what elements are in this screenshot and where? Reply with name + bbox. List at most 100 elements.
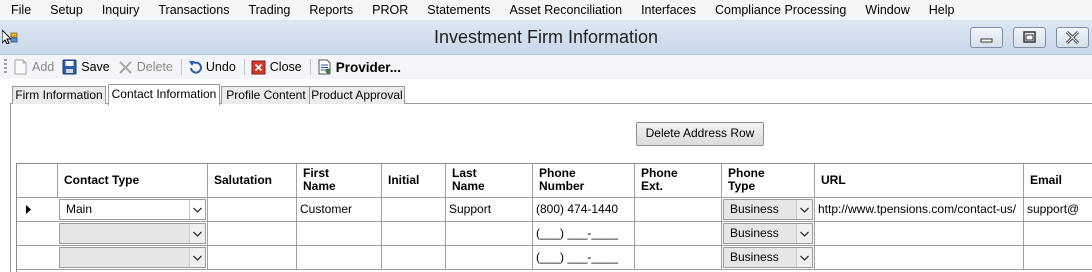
cell-phone-ext[interactable] bbox=[635, 246, 722, 270]
cell-url[interactable]: http://www.tpensions.com/contact-us/ bbox=[815, 198, 1024, 222]
menu-inquiry[interactable]: Inquiry bbox=[91, 0, 148, 20]
cell-salutation[interactable] bbox=[208, 246, 297, 270]
cell-phone-number[interactable]: (___) ___-____ bbox=[533, 246, 635, 270]
save-button[interactable]: Save bbox=[62, 59, 110, 75]
column-header-phone-ext[interactable]: Phone Ext. bbox=[635, 164, 722, 198]
cell-url[interactable] bbox=[815, 246, 1024, 270]
column-header-salutation[interactable]: Salutation bbox=[208, 164, 297, 198]
toolbar-separator bbox=[180, 59, 182, 75]
header-label: Email bbox=[1030, 173, 1063, 187]
cell-first-name[interactable]: Customer bbox=[297, 198, 382, 222]
menu-setup[interactable]: Setup bbox=[39, 0, 91, 20]
cell-value bbox=[208, 202, 211, 216]
delete-address-row-button[interactable]: Delete Address Row bbox=[636, 122, 764, 146]
undo-label: Undo bbox=[205, 60, 236, 74]
menu-window[interactable]: Window bbox=[854, 0, 917, 20]
row-selector[interactable] bbox=[17, 222, 59, 246]
column-header-phone-number[interactable]: Phone Number bbox=[533, 164, 635, 198]
row-selector[interactable] bbox=[17, 246, 59, 270]
cell-contact-type[interactable] bbox=[58, 222, 208, 246]
header-label: Phone Number bbox=[539, 167, 584, 193]
menu-asset-reconciliation[interactable]: Asset Reconciliation bbox=[499, 0, 631, 20]
cell-first-name[interactable] bbox=[297, 222, 382, 246]
cell-value: (___) ___-____ bbox=[536, 226, 619, 240]
minimize-button[interactable] bbox=[970, 27, 1003, 48]
menu-interfaces[interactable]: Interfaces bbox=[630, 0, 704, 20]
column-header-email[interactable]: Email bbox=[1024, 164, 1092, 198]
cell-phone-ext[interactable] bbox=[635, 198, 722, 222]
cell-value: support@ bbox=[1027, 202, 1080, 216]
phone-type-dropdown[interactable]: Business bbox=[723, 199, 813, 220]
cell-value bbox=[635, 250, 638, 264]
contact-type-dropdown[interactable] bbox=[59, 247, 206, 268]
tab-contact-information[interactable]: Contact Information bbox=[108, 84, 220, 105]
phone-type-dropdown[interactable]: Business bbox=[723, 223, 813, 244]
cell-first-name[interactable] bbox=[297, 246, 382, 270]
chevron-down-icon[interactable] bbox=[796, 248, 812, 267]
contact-type-dropdown[interactable] bbox=[59, 223, 206, 244]
undo-icon bbox=[188, 61, 202, 74]
close-red-icon bbox=[251, 60, 266, 75]
header-label: Phone Type bbox=[728, 167, 765, 193]
chevron-down-icon[interactable] bbox=[189, 224, 205, 243]
menu-compliance-processing[interactable]: Compliance Processing bbox=[704, 0, 854, 20]
cell-phone-type[interactable]: Business bbox=[722, 198, 815, 222]
phone-type-dropdown[interactable]: Business bbox=[723, 247, 813, 268]
cell-last-name[interactable] bbox=[446, 246, 533, 270]
cell-initial[interactable] bbox=[382, 246, 446, 270]
cell-last-name[interactable] bbox=[446, 222, 533, 246]
dropdown-value: Business bbox=[730, 202, 779, 216]
chevron-down-icon[interactable] bbox=[796, 200, 812, 219]
column-header-contact-type[interactable]: Contact Type bbox=[58, 164, 208, 198]
cell-email[interactable]: support@ bbox=[1024, 198, 1092, 222]
cell-email[interactable] bbox=[1024, 222, 1092, 246]
provider-document-icon bbox=[318, 59, 331, 75]
column-header-initial[interactable]: Initial bbox=[382, 164, 446, 198]
close-window-button[interactable] bbox=[1056, 27, 1089, 48]
cell-value bbox=[446, 250, 449, 264]
add-button[interactable]: Add bbox=[13, 59, 54, 75]
delete-button[interactable]: Delete bbox=[118, 59, 173, 75]
cell-value: Support bbox=[449, 202, 492, 216]
cell-phone-number[interactable]: (800) 474-1440 bbox=[533, 198, 635, 222]
menu-transactions[interactable]: Transactions bbox=[147, 0, 237, 20]
row-selector-current[interactable] bbox=[17, 198, 59, 222]
close-button[interactable]: Close bbox=[251, 59, 302, 75]
contact-type-dropdown[interactable]: Main bbox=[59, 199, 206, 220]
menu-help[interactable]: Help bbox=[918, 0, 963, 20]
chevron-down-icon[interactable] bbox=[189, 248, 205, 267]
provider-button[interactable]: Provider... bbox=[317, 59, 401, 75]
restore-button[interactable] bbox=[1013, 27, 1046, 48]
column-header-last-name[interactable]: Last Name bbox=[446, 164, 533, 198]
undo-button[interactable]: Undo bbox=[188, 59, 236, 75]
cell-last-name[interactable]: Support bbox=[446, 198, 533, 222]
tab-product-approval[interactable]: Product Approval bbox=[309, 86, 405, 104]
cell-contact-type[interactable]: Main bbox=[58, 198, 208, 222]
menu-pror[interactable]: PROR bbox=[361, 0, 416, 20]
cell-phone-type[interactable]: Business bbox=[722, 222, 815, 246]
toolbar-grip[interactable] bbox=[4, 59, 7, 75]
window-title: Investment Firm Information bbox=[433, 27, 659, 47]
menu-file[interactable]: File bbox=[0, 0, 39, 20]
column-header-first-name[interactable]: First Name bbox=[297, 164, 382, 198]
chevron-down-icon[interactable] bbox=[189, 200, 205, 219]
cell-salutation[interactable] bbox=[208, 222, 297, 246]
column-header-url[interactable]: URL bbox=[815, 164, 1024, 198]
column-header-phone-type[interactable]: Phone Type bbox=[722, 164, 815, 198]
cell-salutation[interactable] bbox=[208, 198, 297, 222]
tab-profile-content[interactable]: Profile Content bbox=[221, 86, 311, 104]
cell-email[interactable] bbox=[1024, 246, 1092, 270]
cell-phone-number[interactable]: (___) ___-____ bbox=[533, 222, 635, 246]
menu-trading[interactable]: Trading bbox=[237, 0, 298, 20]
cell-phone-ext[interactable] bbox=[635, 222, 722, 246]
cell-initial[interactable] bbox=[382, 222, 446, 246]
cell-url[interactable] bbox=[815, 222, 1024, 246]
menu-statements[interactable]: Statements bbox=[416, 0, 498, 20]
chevron-down-icon[interactable] bbox=[796, 224, 812, 243]
cell-value bbox=[297, 226, 300, 240]
cell-contact-type[interactable] bbox=[58, 246, 208, 270]
cell-phone-type[interactable]: Business bbox=[722, 246, 815, 270]
cell-initial[interactable] bbox=[382, 198, 446, 222]
tab-firm-information[interactable]: Firm Information bbox=[12, 86, 106, 104]
menu-reports[interactable]: Reports bbox=[298, 0, 361, 20]
